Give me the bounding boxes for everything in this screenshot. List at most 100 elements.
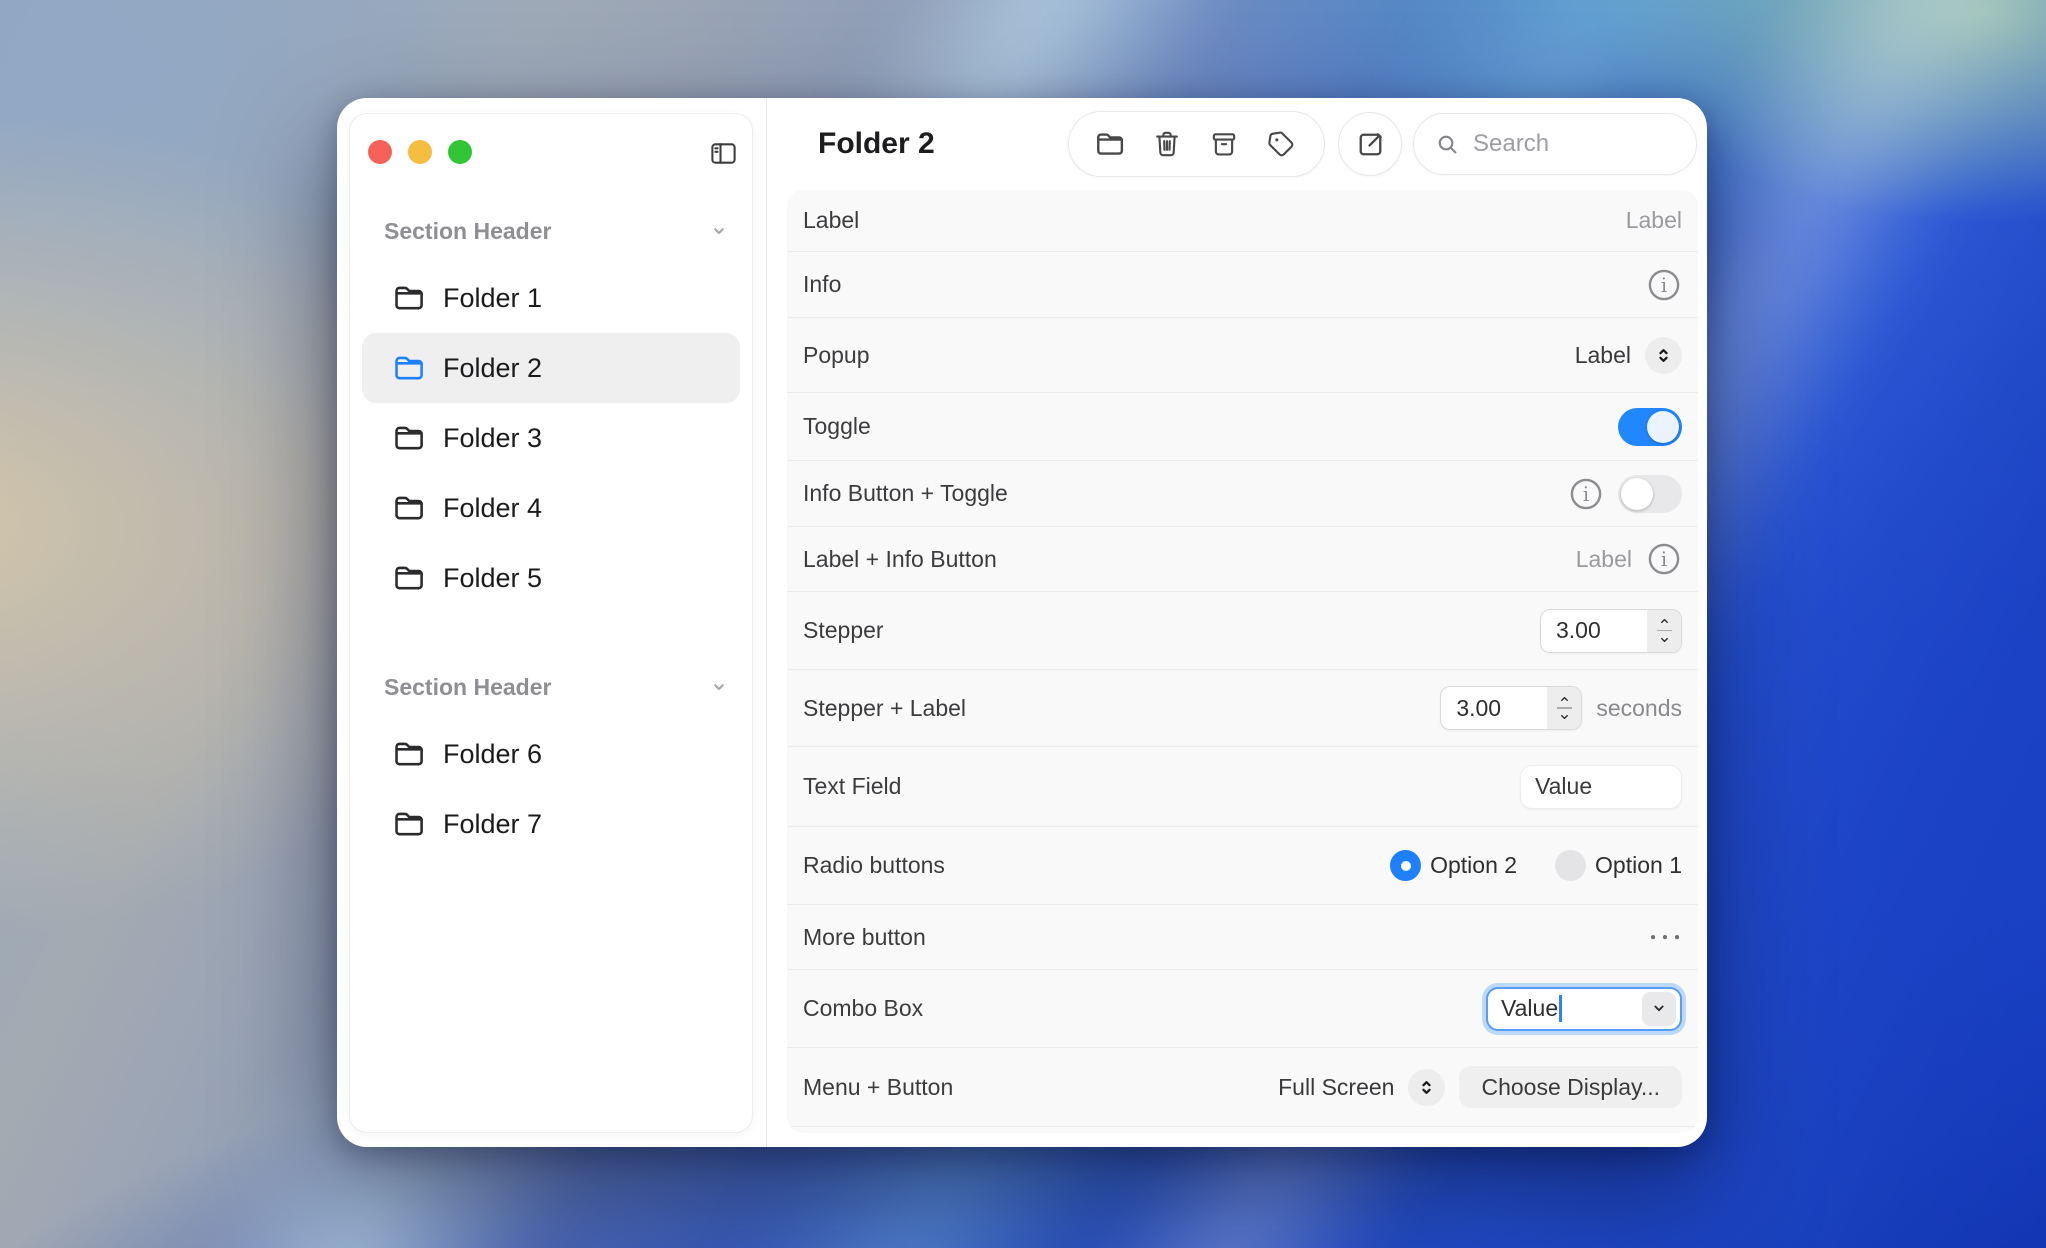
sidebar-item-folder-3[interactable]: Folder 3 xyxy=(362,403,740,473)
svg-text:i: i xyxy=(1661,273,1667,296)
minimize-button[interactable] xyxy=(408,140,432,164)
folder-icon xyxy=(392,807,426,841)
sidebar-item-label: Folder 6 xyxy=(443,739,542,770)
radio-button[interactable] xyxy=(1390,850,1421,881)
compose-button[interactable] xyxy=(1338,112,1402,176)
stepper-unit-label: seconds xyxy=(1596,695,1682,722)
stepper-buttons[interactable] xyxy=(1647,610,1681,652)
detail-toolbar: Folder 2 Search xyxy=(767,98,1707,190)
form-row-info: Info i xyxy=(787,252,1698,318)
toolbar-button-group xyxy=(1068,111,1325,177)
form-row-toggle: Toggle xyxy=(787,393,1698,461)
sidebar-folder-list: Section Header Folder 1 Folder 2 Folder … xyxy=(362,184,740,859)
row-label: Label xyxy=(803,207,859,234)
row-label: Info xyxy=(803,271,841,298)
folder-icon xyxy=(392,491,426,525)
folder-icon xyxy=(392,351,426,385)
search-icon xyxy=(1434,131,1461,158)
sidebar-item-folder-5[interactable]: Folder 5 xyxy=(362,543,740,613)
sidebar-item-folder-6[interactable]: Folder 6 xyxy=(362,719,740,789)
form-row-popup: Popup Label xyxy=(787,318,1698,393)
stepper-buttons[interactable] xyxy=(1547,687,1581,729)
sidebar-titlebar xyxy=(350,114,752,184)
sidebar: Section Header Folder 1 Folder 2 Folder … xyxy=(349,113,753,1133)
form-row-label-value: Label Label xyxy=(787,190,1698,252)
row-label: Popup xyxy=(803,342,870,369)
tag-button[interactable] xyxy=(1265,127,1299,161)
settings-form: Label Label Info i Popup Label Toggle In… xyxy=(787,190,1698,1133)
radio-button[interactable] xyxy=(1555,850,1586,881)
stepper-control[interactable]: 3.00 xyxy=(1540,609,1682,653)
form-row-stepper: Stepper 3.00 xyxy=(787,592,1698,670)
folder-icon xyxy=(392,421,426,455)
svg-text:i: i xyxy=(1661,548,1667,571)
row-label: Toggle xyxy=(803,413,871,440)
archivebox-button[interactable] xyxy=(1208,127,1242,161)
toggle-switch[interactable] xyxy=(1618,408,1682,446)
desktop-wallpaper: Section Header Folder 1 Folder 2 Folder … xyxy=(0,0,2046,1248)
sidebar-section-header[interactable]: Section Header xyxy=(362,209,740,253)
row-label: Menu + Button xyxy=(803,1074,953,1101)
form-row-combo: Combo Box Value xyxy=(787,970,1698,1048)
radio-option-option-1[interactable]: Option 1 xyxy=(1555,850,1682,881)
row-label: Stepper + Label xyxy=(803,695,966,722)
text-cursor xyxy=(1559,995,1562,1022)
menu-value: Full Screen xyxy=(1278,1074,1394,1101)
section-header-label: Section Header xyxy=(384,218,551,245)
search-input[interactable]: Search xyxy=(1413,113,1697,175)
section-header-label: Section Header xyxy=(384,674,551,701)
combo-dropdown-button[interactable] xyxy=(1642,992,1676,1026)
chevron-down-icon xyxy=(708,676,730,698)
radio-label: Option 1 xyxy=(1595,852,1682,879)
toggle-switch[interactable] xyxy=(1618,475,1682,513)
row-label: More button xyxy=(803,924,926,951)
sidebar-item-label: Folder 1 xyxy=(443,283,542,314)
form-row-stepper-label: Stepper + Label 3.00 seconds xyxy=(787,670,1698,747)
sidebar-toggle-icon[interactable] xyxy=(708,138,740,168)
stepper-value: 3.00 xyxy=(1441,687,1547,729)
popup-chevron-button[interactable] xyxy=(1408,1069,1445,1106)
close-button[interactable] xyxy=(368,140,392,164)
trash-button[interactable] xyxy=(1151,127,1185,161)
value-label: Label xyxy=(1626,207,1682,234)
sidebar-item-label: Folder 4 xyxy=(443,493,542,524)
folder-icon xyxy=(392,561,426,595)
stepper-control[interactable]: 3.00 xyxy=(1440,686,1582,730)
sidebar-section-header[interactable]: Section Header xyxy=(362,665,740,709)
search-placeholder: Search xyxy=(1473,130,1549,158)
form-row-info-toggle: Info Button + Toggle i xyxy=(787,461,1698,527)
chevron-up-icon xyxy=(1557,691,1572,706)
chevron-up-icon xyxy=(1657,613,1672,628)
sidebar-item-folder-7[interactable]: Folder 7 xyxy=(362,789,740,859)
combo-box[interactable]: Value xyxy=(1486,987,1682,1031)
text-field-value: Value xyxy=(1535,773,1592,800)
form-row-more: More button xyxy=(787,905,1698,970)
info-button[interactable]: i xyxy=(1646,541,1682,577)
sidebar-item-folder-1[interactable]: Folder 1 xyxy=(362,263,740,333)
row-label: Text Field xyxy=(803,773,901,800)
radio-option-option-2[interactable]: Option 2 xyxy=(1390,850,1517,881)
sidebar-item-folder-2[interactable]: Folder 2 xyxy=(362,333,740,403)
radio-label: Option 2 xyxy=(1430,852,1517,879)
zoom-button[interactable] xyxy=(448,140,472,164)
row-label: Radio buttons xyxy=(803,852,945,879)
chevron-down-icon xyxy=(1657,633,1672,648)
more-button[interactable] xyxy=(1648,925,1682,949)
form-row-textfield: Text Field Value xyxy=(787,747,1698,827)
row-label: Label + Info Button xyxy=(803,546,997,573)
sidebar-item-label: Folder 7 xyxy=(443,809,542,840)
form-row-menu-button: Menu + Button Full Screen Choose Display.… xyxy=(787,1048,1698,1127)
split-divider[interactable] xyxy=(766,98,767,1147)
sidebar-item-label: Folder 5 xyxy=(443,563,542,594)
choose-display-button[interactable]: Choose Display... xyxy=(1459,1066,1682,1108)
folder-button[interactable] xyxy=(1094,127,1128,161)
page-title: Folder 2 xyxy=(818,98,935,190)
section-gap xyxy=(362,613,740,640)
text-field[interactable]: Value xyxy=(1520,765,1682,809)
info-button[interactable]: i xyxy=(1646,267,1682,303)
form-row-label-info: Label + Info Button Labeli xyxy=(787,527,1698,592)
sidebar-item-folder-4[interactable]: Folder 4 xyxy=(362,473,740,543)
popup-chevron-button[interactable] xyxy=(1645,337,1682,374)
info-button[interactable]: i xyxy=(1568,476,1604,512)
folder-icon xyxy=(392,737,426,771)
